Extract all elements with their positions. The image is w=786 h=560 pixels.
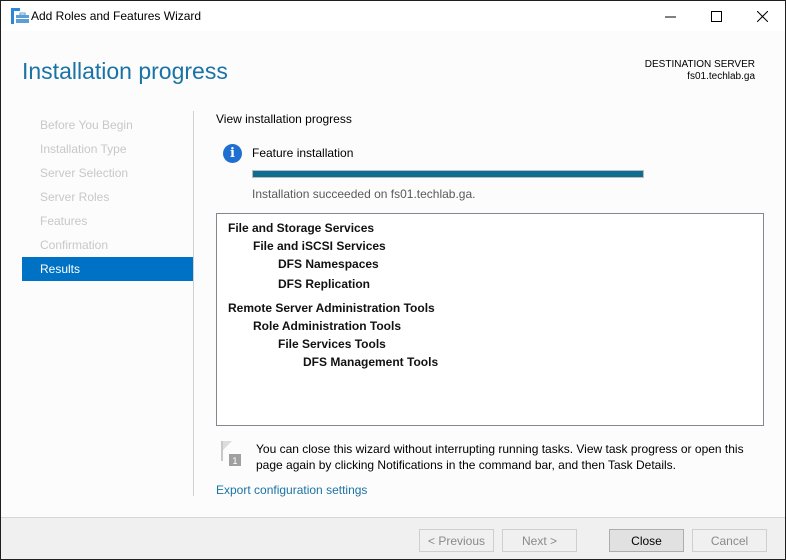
result-item: Remote Server Administration Tools xyxy=(228,301,435,315)
destination-server-name: fs01.techlab.ga xyxy=(687,71,755,82)
maximize-icon xyxy=(710,10,722,22)
result-item: DFS Management Tools xyxy=(303,355,439,369)
result-item: DFS Namespaces xyxy=(278,257,379,271)
minimize-button[interactable] xyxy=(647,1,693,31)
wizard-window: Add Roles and Features Wizard Installati… xyxy=(0,0,786,560)
close-window-button[interactable] xyxy=(739,1,785,31)
wizard-steps-nav: Before You Begin Installation Type Serve… xyxy=(22,113,193,281)
title-bar[interactable]: Add Roles and Features Wizard xyxy=(1,1,785,31)
nav-divider xyxy=(193,111,194,496)
close-icon xyxy=(756,10,768,22)
destination-server-label: DESTINATION SERVER xyxy=(644,59,755,70)
nav-item-server-selection[interactable]: Server Selection xyxy=(22,161,193,185)
nav-item-confirmation[interactable]: Confirmation xyxy=(22,233,193,257)
nav-item-installation-type[interactable]: Installation Type xyxy=(22,137,193,161)
server-manager-wizard-icon xyxy=(11,8,29,24)
feature-installation-label: Feature installation xyxy=(252,146,354,160)
section-label: View installation progress xyxy=(216,112,352,126)
installation-status-text: Installation succeeded on fs01.techlab.g… xyxy=(252,187,476,201)
installed-features-list[interactable]: File and Storage Services File and iSCSI… xyxy=(216,213,764,426)
nav-item-features[interactable]: Features xyxy=(22,209,193,233)
installation-progress-bar xyxy=(252,170,644,178)
nav-item-before-you-begin[interactable]: Before You Begin xyxy=(22,113,193,137)
svg-text:1: 1 xyxy=(232,457,238,467)
nav-item-server-roles[interactable]: Server Roles xyxy=(22,185,193,209)
progress-fill xyxy=(253,171,643,177)
previous-button[interactable]: < Previous xyxy=(419,529,494,552)
cancel-button[interactable]: Cancel xyxy=(692,529,767,552)
maximize-button[interactable] xyxy=(693,1,739,31)
minimize-icon xyxy=(664,11,676,22)
nav-item-results[interactable]: Results xyxy=(22,257,193,281)
result-item: File and iSCSI Services xyxy=(253,239,386,253)
notification-flag-icon: 1 xyxy=(221,441,243,467)
close-wizard-note: You can close this wizard without interr… xyxy=(256,442,744,472)
page-title: Installation progress xyxy=(22,58,228,84)
result-item: DFS Replication xyxy=(278,277,371,291)
result-item: Role Administration Tools xyxy=(253,319,402,333)
wizard-footer: < Previous Next > Close Cancel xyxy=(1,517,785,559)
next-button[interactable]: Next > xyxy=(502,529,577,552)
result-item: File Services Tools xyxy=(278,337,386,351)
close-button[interactable]: Close xyxy=(609,529,684,552)
result-item: File and Storage Services xyxy=(228,221,375,235)
window-title: Add Roles and Features Wizard xyxy=(31,9,202,23)
export-configuration-link[interactable]: Export configuration settings xyxy=(216,483,367,497)
info-icon: i xyxy=(223,144,242,163)
